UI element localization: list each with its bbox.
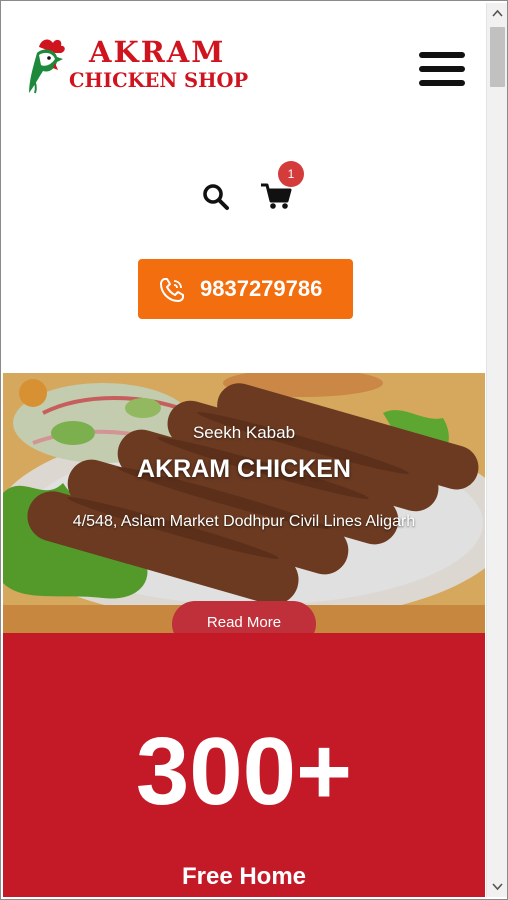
hero-overlay	[3, 373, 485, 633]
chevron-down-icon	[492, 883, 503, 891]
cart-count-badge: 1	[278, 161, 304, 187]
rooster-icon	[29, 39, 65, 94]
logo-subtitle: CHICKEN SHOP	[69, 69, 249, 92]
browser-window: AKRAM CHICKEN SHOP 1 9837279786 Seekh Ka…	[0, 0, 508, 900]
hero-subtitle: Seekh Kabab	[192, 423, 296, 442]
scroll-down-arrow[interactable]	[487, 875, 507, 897]
read-more-button[interactable]: Read More	[172, 601, 316, 633]
scroll-thumb[interactable]	[490, 27, 505, 87]
scroll-up-arrow[interactable]	[487, 3, 507, 25]
phone-number: 9837279786	[200, 276, 323, 301]
hamburger-bar	[419, 66, 465, 72]
hamburger-bar	[419, 52, 465, 58]
stats-section: 300+ Free Home	[3, 633, 485, 897]
menu-toggle-button[interactable]	[419, 52, 465, 92]
chevron-up-icon	[492, 9, 503, 17]
call-button[interactable]: 9837279786	[138, 259, 353, 319]
logo-title: AKRAM	[89, 35, 226, 69]
phone-icon	[160, 278, 184, 302]
stat-number: 300+	[135, 718, 353, 825]
hero-title: AKRAM CHICKEN	[137, 455, 351, 483]
site-logo[interactable]: AKRAM CHICKEN SHOP	[25, 37, 345, 99]
page-viewport: AKRAM CHICKEN SHOP 1 9837279786 Seekh Ka…	[3, 3, 485, 897]
search-icon	[203, 184, 229, 210]
vertical-scrollbar[interactable]	[486, 3, 507, 897]
search-button[interactable]	[201, 182, 231, 212]
hamburger-bar	[419, 80, 465, 86]
stat-label: Free Home	[181, 863, 307, 890]
hero-address: 4/548, Aslam Market Dodhpur Civil Lines …	[72, 513, 416, 530]
hero-banner: Seekh Kabab AKRAM CHICKEN 4/548, Aslam M…	[3, 373, 485, 633]
